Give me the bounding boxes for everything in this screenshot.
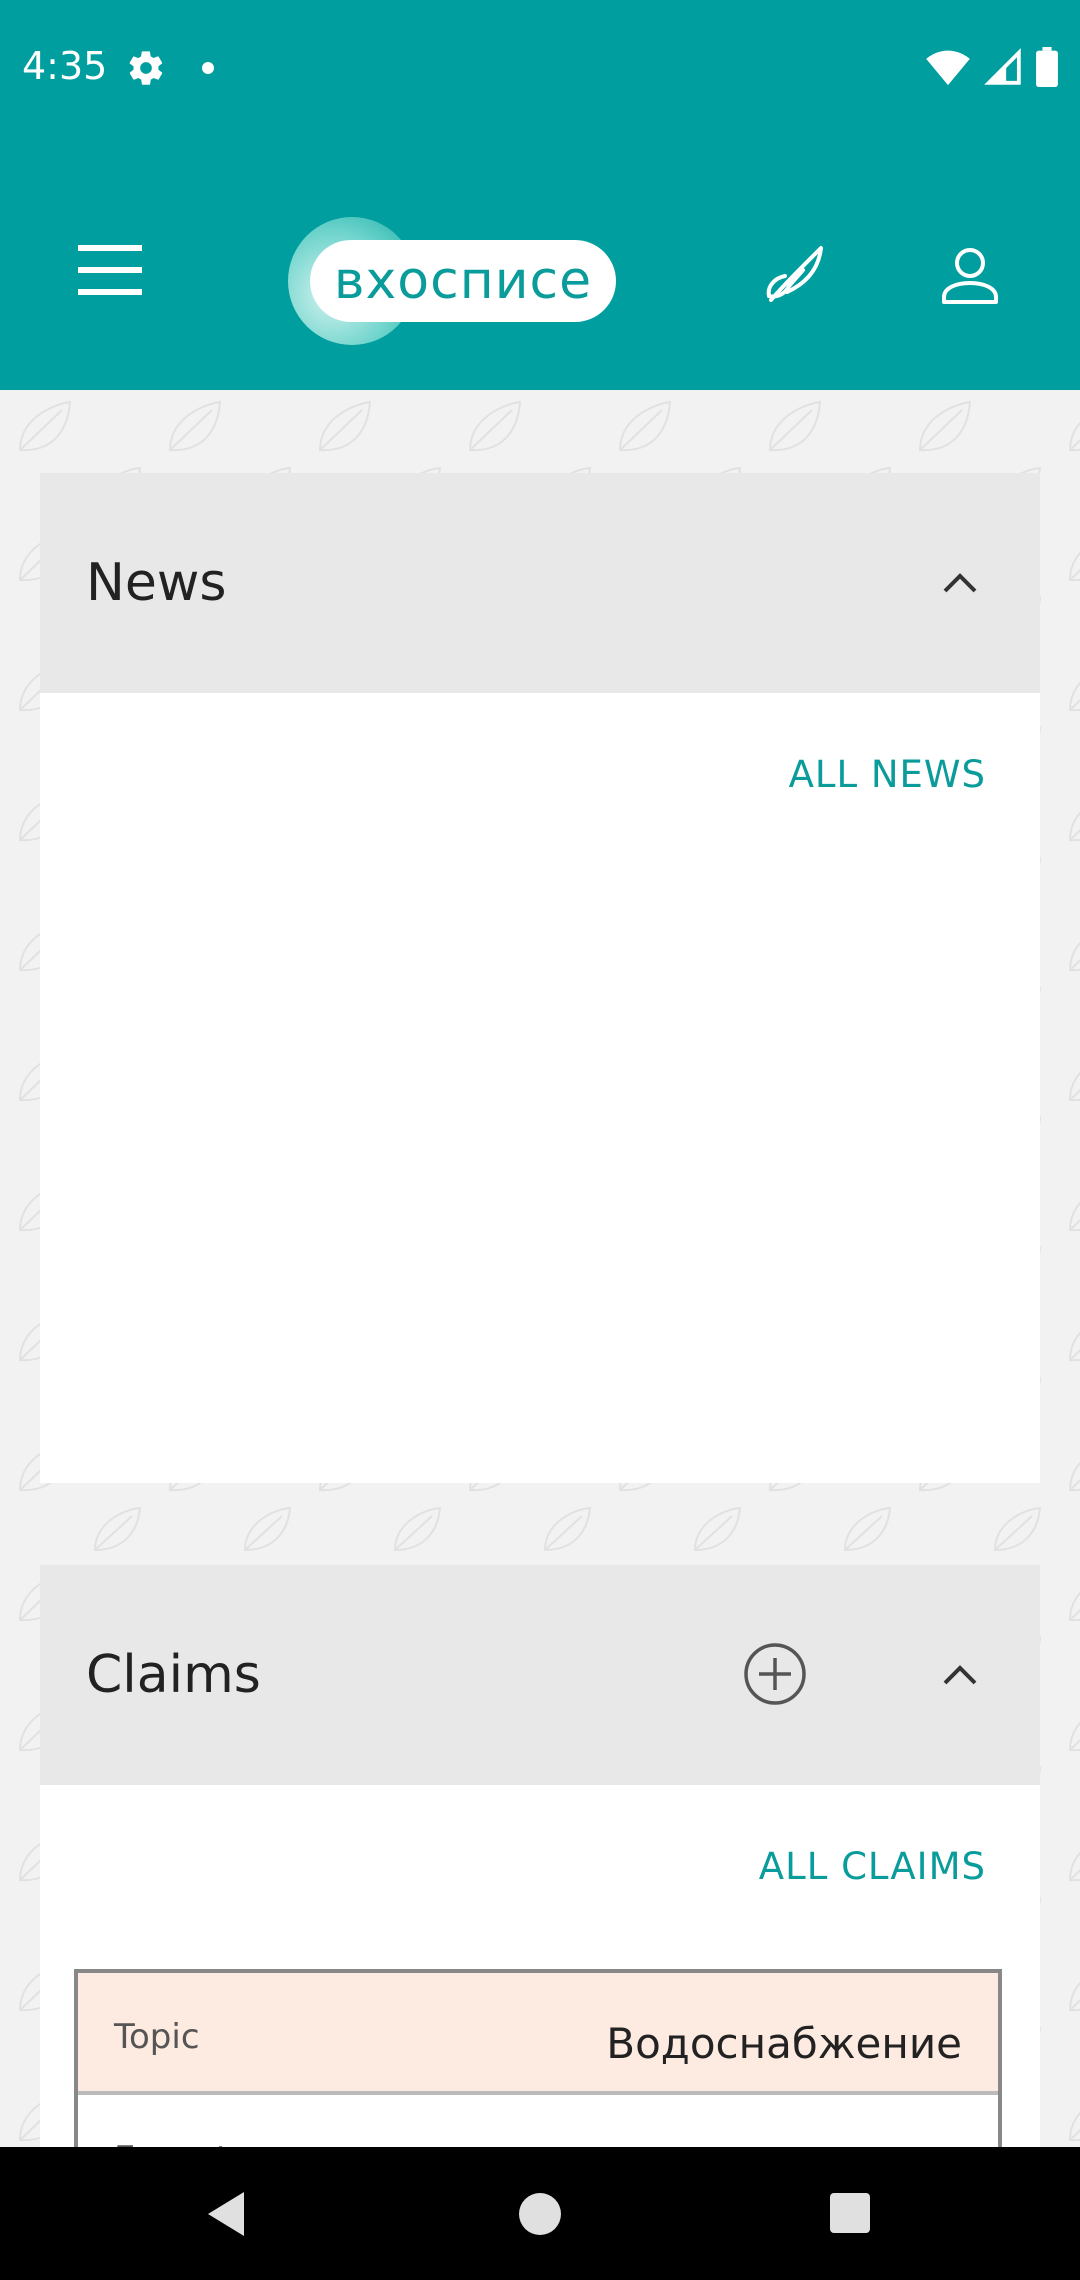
wifi-icon bbox=[926, 50, 970, 86]
add-circle-icon bbox=[744, 1643, 806, 1705]
claims-title: Claims bbox=[86, 1645, 261, 1705]
claim-topic-row: Topic Водоснабжение bbox=[78, 1973, 998, 2095]
notification-dot-icon bbox=[202, 62, 214, 74]
system-nav-bar bbox=[0, 2147, 1080, 2280]
home-icon[interactable] bbox=[519, 2193, 561, 2235]
claims-body: ALL CLAIMS Topic Водоснабжение Executor bbox=[40, 1785, 1040, 2147]
back-icon[interactable] bbox=[204, 2189, 248, 2239]
claim-item[interactable]: Topic Водоснабжение Executor bbox=[74, 1969, 1002, 2147]
recent-apps-icon[interactable] bbox=[830, 2193, 870, 2233]
main-content[interactable]: News ALL NEWS Claims ALL CLAIMS Topic Во… bbox=[0, 390, 1080, 2147]
battery-icon bbox=[1036, 47, 1058, 87]
menu-icon bbox=[78, 245, 142, 295]
claims-header[interactable]: Claims bbox=[40, 1565, 1040, 1785]
claim-topic-value: Водоснабжение bbox=[606, 2019, 962, 2068]
claims-collapse-button[interactable] bbox=[930, 1645, 990, 1705]
news-header[interactable]: News bbox=[40, 473, 1040, 693]
app-bar: вхосписе bbox=[0, 135, 1080, 390]
status-icons bbox=[926, 46, 1058, 88]
chevron-up-icon bbox=[943, 1665, 977, 1685]
all-news-link[interactable]: ALL NEWS bbox=[789, 753, 986, 796]
add-claim-button[interactable] bbox=[740, 1639, 810, 1709]
feather-icon bbox=[766, 246, 823, 302]
news-body: ALL NEWS bbox=[40, 693, 1040, 1483]
claim-executor-label: Executor bbox=[114, 2139, 264, 2147]
app-logo: вхосписе bbox=[288, 217, 618, 345]
status-time: 4:35 bbox=[22, 44, 108, 88]
our-mission-button[interactable] bbox=[756, 235, 836, 315]
profile-icon bbox=[942, 248, 998, 304]
menu-button[interactable] bbox=[70, 235, 150, 305]
claims-card: Claims ALL CLAIMS Topic Водоснабжение Ex… bbox=[40, 1565, 1040, 2147]
claim-topic-label: Topic bbox=[114, 2017, 200, 2057]
news-card: News ALL NEWS bbox=[40, 473, 1040, 1483]
chevron-up-icon bbox=[943, 573, 977, 593]
logo-text: вхосписе bbox=[310, 240, 616, 322]
cell-signal-icon bbox=[984, 48, 1021, 85]
status-bar: 4:35 bbox=[0, 0, 1080, 135]
gear-icon bbox=[126, 48, 166, 88]
profile-button[interactable] bbox=[930, 235, 1010, 315]
claim-executor-row: Executor bbox=[78, 2095, 998, 2147]
news-collapse-button[interactable] bbox=[930, 553, 990, 613]
news-title: News bbox=[86, 553, 227, 613]
all-claims-link[interactable]: ALL CLAIMS bbox=[759, 1845, 986, 1888]
